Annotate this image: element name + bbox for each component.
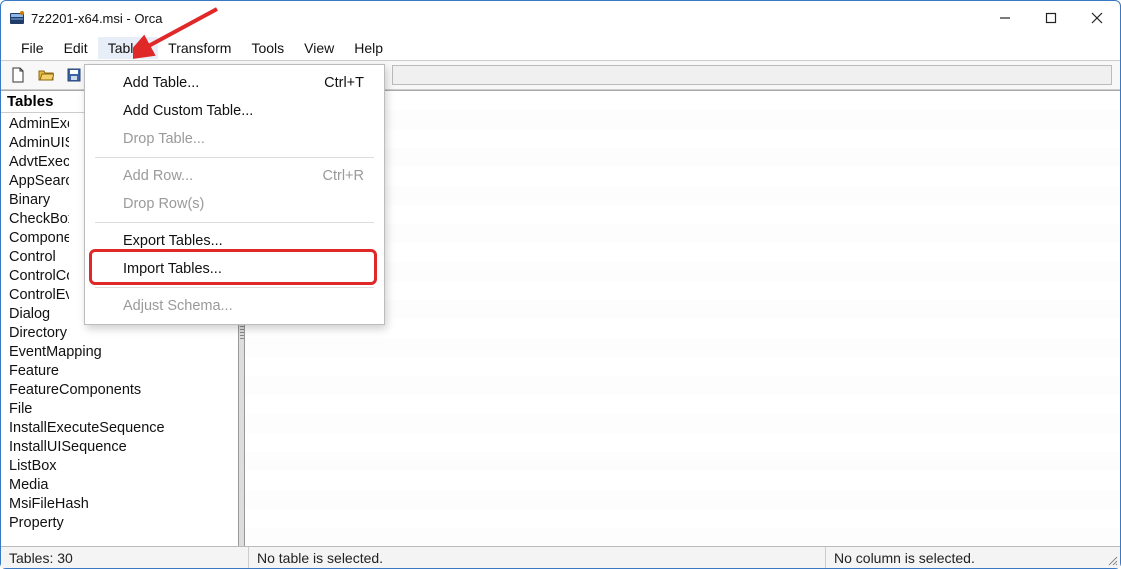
status-column-selection: No column is selected.: [826, 547, 1102, 568]
menuitem-import-tables[interactable]: Import Tables...: [85, 255, 384, 283]
table-row[interactable]: Media: [9, 476, 238, 495]
table-row[interactable]: MsiFileHash: [9, 495, 238, 514]
menu-help[interactable]: Help: [344, 37, 393, 59]
menu-tools[interactable]: Tools: [241, 37, 294, 59]
menuitem-label: Add Custom Table...: [123, 103, 253, 119]
status-table-count: Tables: 30: [1, 547, 249, 568]
table-row[interactable]: CheckBox: [9, 210, 69, 229]
table-row[interactable]: AdminExecuteSequence: [9, 115, 69, 134]
status-table-selection: No table is selected.: [249, 547, 826, 568]
menuitem-label: Add Table...: [123, 75, 199, 91]
menuitem-label: Import Tables...: [123, 261, 222, 277]
menuitem-shortcut: Ctrl+R: [323, 168, 365, 184]
table-row[interactable]: FeatureComponents: [9, 381, 238, 400]
table-row[interactable]: Control: [9, 248, 69, 267]
table-row[interactable]: Feature: [9, 362, 238, 381]
table-row[interactable]: Binary: [9, 191, 69, 210]
menuitem-add-custom-table[interactable]: Add Custom Table...: [85, 97, 384, 125]
menuitem-label: Adjust Schema...: [123, 298, 233, 314]
menubar: FileEditTablesTransformToolsViewHelp: [1, 35, 1120, 60]
new-file-button[interactable]: [7, 64, 29, 86]
menu-view[interactable]: View: [294, 37, 344, 59]
menuitem-drop-table: Drop Table...: [85, 125, 384, 153]
menuitem-label: Drop Table...: [123, 131, 205, 147]
menuitem-export-tables[interactable]: Export Tables...: [85, 227, 384, 255]
menuitem-label: Add Row...: [123, 168, 193, 184]
resize-grip[interactable]: [1102, 547, 1120, 568]
tables-menu-dropdown: Add Table... Ctrl+T Add Custom Table... Dro…: [84, 64, 385, 325]
table-row[interactable]: Property: [9, 514, 238, 533]
menuitem-add-row: Add Row... Ctrl+R: [85, 162, 384, 190]
app-icon: [9, 10, 25, 26]
table-row[interactable]: InstallExecuteSequence: [9, 419, 238, 438]
open-file-button[interactable]: [35, 64, 57, 86]
menuitem-drop-rows: Drop Row(s): [85, 190, 384, 218]
table-row[interactable]: ControlCondition: [9, 267, 69, 286]
table-row[interactable]: EventMapping: [9, 343, 238, 362]
menu-edit[interactable]: Edit: [54, 37, 98, 59]
table-row[interactable]: ControlEvent: [9, 286, 69, 305]
titlebar: 7z2201-x64.msi - Orca: [1, 1, 1120, 35]
menuitem-add-table[interactable]: Add Table... Ctrl+T: [85, 69, 384, 97]
close-button[interactable]: [1074, 3, 1120, 33]
window-title: 7z2201-x64.msi - Orca: [31, 11, 163, 26]
table-row[interactable]: ListBox: [9, 457, 238, 476]
menuitem-shortcut: Ctrl+T: [324, 75, 364, 91]
save-file-button[interactable]: [63, 64, 85, 86]
menuitem-adjust-schema: Adjust Schema...: [85, 292, 384, 320]
table-row[interactable]: InstallUISequence: [9, 438, 238, 457]
table-row[interactable]: AppSearch: [9, 172, 69, 191]
menu-file[interactable]: File: [11, 37, 54, 59]
toolbar-right-strip: [392, 65, 1112, 85]
table-row[interactable]: AdvtExecuteSequence: [9, 153, 69, 172]
app-window: 7z2201-x64.msi - Orca FileEditTablesTran…: [0, 0, 1121, 569]
menu-tables[interactable]: Tables: [98, 37, 158, 59]
statusbar: Tables: 30 No table is selected. No colu…: [1, 546, 1120, 568]
menuitem-label: Export Tables...: [123, 233, 223, 249]
menuitem-label: Drop Row(s): [123, 196, 204, 212]
table-row[interactable]: AdminUISequence: [9, 134, 69, 153]
minimize-button[interactable]: [982, 3, 1028, 33]
maximize-button[interactable]: [1028, 3, 1074, 33]
table-row[interactable]: Directory: [9, 324, 238, 343]
table-row[interactable]: File: [9, 400, 238, 419]
table-row[interactable]: Component: [9, 229, 69, 248]
menu-transform[interactable]: Transform: [158, 37, 241, 59]
